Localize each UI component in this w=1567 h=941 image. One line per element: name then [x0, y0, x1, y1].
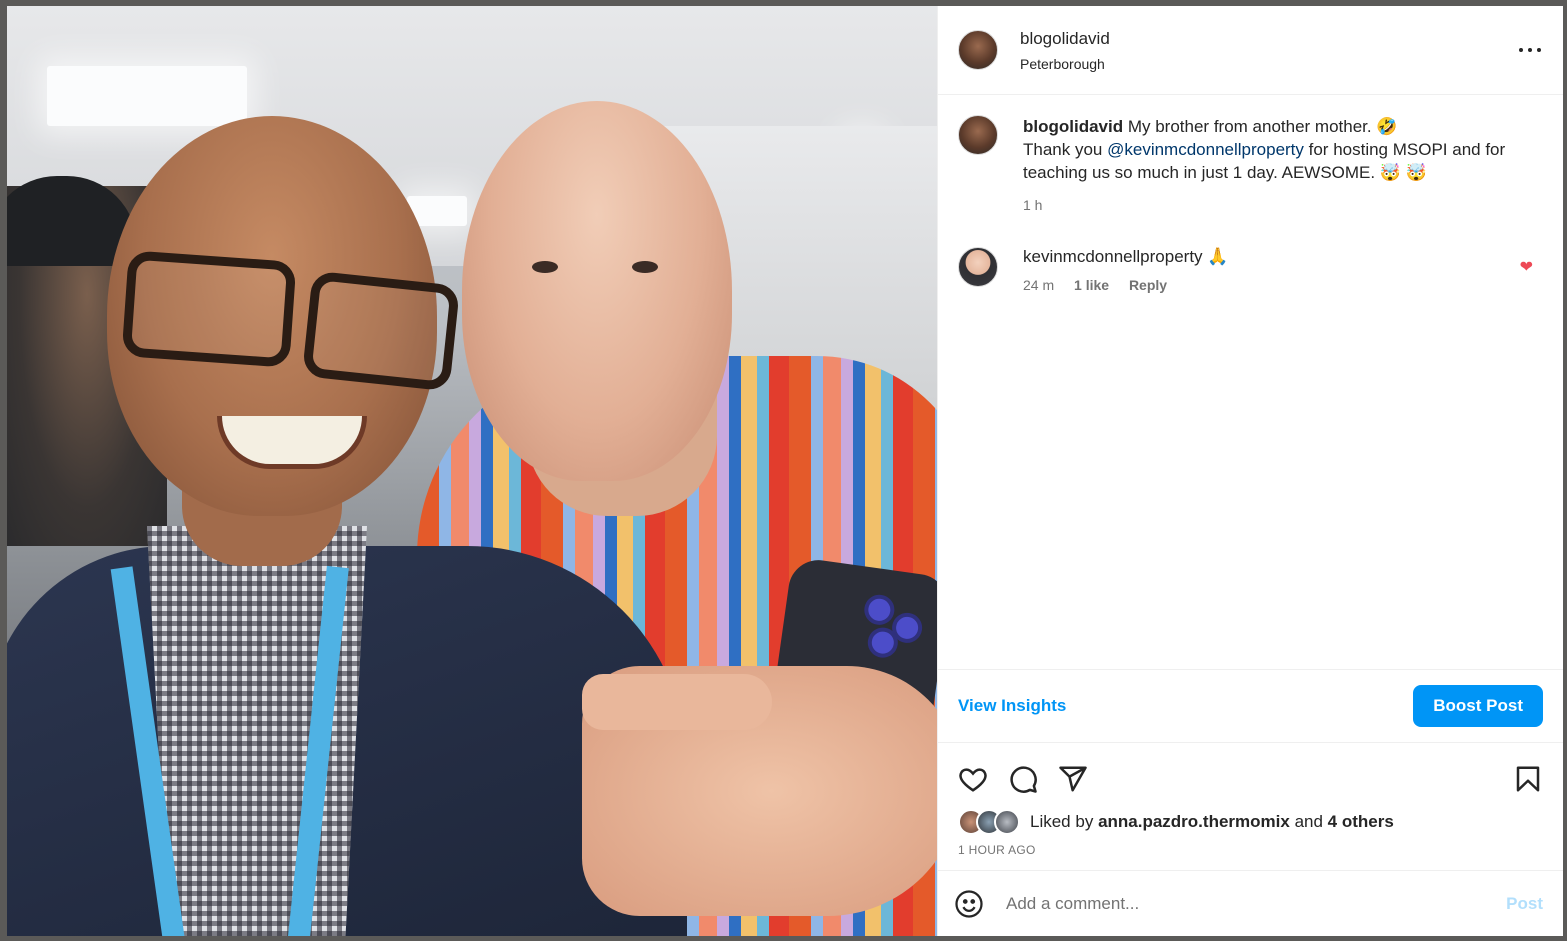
comment-username[interactable]: kevinmcdonnellproperty — [1023, 247, 1203, 266]
caption: blogolidavid My brother from another mot… — [958, 115, 1543, 217]
heart-icon[interactable] — [958, 764, 988, 794]
liked-by-and: and — [1294, 812, 1323, 831]
camera-lens — [862, 592, 897, 627]
caption-body: blogolidavid My brother from another mot… — [1023, 115, 1543, 217]
comment-icon[interactable] — [1008, 764, 1038, 794]
glasses-lens — [121, 250, 297, 368]
comment-item: kevinmcdonnellproperty 🙏 24 m 1 like Rep… — [958, 247, 1543, 293]
insights-bar: View Insights Boost Post — [938, 669, 1563, 743]
eye — [532, 261, 558, 273]
post-timestamp: 1 HOUR AGO — [958, 843, 1036, 857]
action-bar — [938, 743, 1563, 799]
author-username[interactable]: blogolidavid — [1020, 29, 1110, 49]
author-avatar[interactable] — [958, 115, 998, 155]
comment-body: kevinmcdonnellproperty 🙏 24 m 1 like Rep… — [1023, 247, 1228, 293]
caption-text: My brother from another mother. 🤣 — [1127, 117, 1398, 136]
emoji-icon[interactable] — [954, 889, 984, 919]
caption-username[interactable]: blogolidavid — [1023, 117, 1123, 136]
view-insights-link[interactable]: View Insights — [958, 696, 1066, 716]
boost-post-button[interactable]: Boost Post — [1413, 685, 1543, 727]
ceiling-light — [47, 66, 247, 126]
liker-avatars[interactable] — [958, 809, 1020, 835]
post-details-panel: blogolidavid Peterborough blogolidavid M… — [937, 6, 1563, 936]
caption-text: Thank you — [1023, 140, 1108, 159]
liked-by-prefix: Liked by — [1030, 812, 1094, 831]
comment-likes[interactable]: 1 like — [1074, 277, 1109, 293]
pointing-finger — [582, 674, 772, 730]
comment-text: 🙏 — [1207, 247, 1229, 266]
comment-time[interactable]: 24 m — [1023, 277, 1054, 293]
caption-meta: 1 h — [1023, 194, 1543, 217]
likes-summary: Liked by anna.pazdro.thermomix and 4 oth… — [938, 799, 1563, 835]
author-info: blogolidavid Peterborough — [1020, 29, 1110, 72]
glasses-lens — [301, 270, 461, 392]
share-icon[interactable] — [1058, 764, 1088, 794]
comment-input[interactable] — [1004, 892, 1507, 915]
post-location[interactable]: Peterborough — [1020, 56, 1110, 72]
post-modal: blogolidavid Peterborough blogolidavid M… — [7, 6, 1563, 936]
eye — [632, 261, 658, 273]
mention-link[interactable]: @kevinmcdonnellproperty — [1107, 140, 1304, 159]
post-header: blogolidavid Peterborough — [938, 6, 1563, 95]
comment-meta: 24 m 1 like Reply — [1023, 277, 1228, 293]
bald-man-face — [462, 101, 732, 481]
comment-heart-icon[interactable]: ❤ — [1520, 257, 1533, 277]
others-link[interactable]: 4 others — [1328, 812, 1394, 832]
caption-time[interactable]: 1 h — [1023, 197, 1042, 213]
more-icon[interactable] — [1519, 39, 1541, 61]
liker-username[interactable]: anna.pazdro.thermomix — [1098, 812, 1290, 832]
post-comment-button[interactable]: Post — [1506, 894, 1543, 914]
comment-composer: Post — [938, 870, 1563, 936]
post-photo[interactable] — [7, 6, 937, 936]
commenter-avatar[interactable] — [958, 247, 998, 287]
comments-section: blogolidavid My brother from another mot… — [938, 95, 1563, 669]
author-avatar[interactable] — [958, 30, 998, 70]
bookmark-icon[interactable] — [1513, 764, 1543, 794]
reply-button[interactable]: Reply — [1129, 277, 1167, 293]
